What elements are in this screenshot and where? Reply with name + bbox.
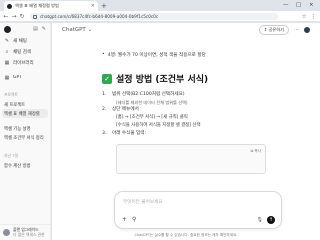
ordered-list: 1. 범위 선택(B2:C100처럼 선택하세요) (헤더를 제외한 데이터 전… xyxy=(102,91,320,174)
microphone-icon[interactable]: 🎙 xyxy=(257,217,263,223)
sidebar-item-label: 새 채팅 xyxy=(13,38,27,44)
disclaimer-text: ChatGPT는 실수를 할 수 있습니다. 중요한 정보는 재차 확인하세요. xyxy=(134,233,238,237)
tools-icon[interactable]: ⚲ xyxy=(132,216,136,223)
list-text: 범위 선택(B2:C100처럼 선택하세요) xyxy=(112,92,185,97)
chat-main: ChatGPT ⌄ ↥ 공유하기 ⋯ • 4행: 월수가 70 이상이면, 성적… xyxy=(52,23,320,240)
grid-icon: ▦ xyxy=(4,74,10,81)
sidebar-chat-item[interactable]: 새 프로젝트 xyxy=(0,100,50,109)
section-heading: ✓ 설정 방법 (조건부 서식) xyxy=(102,72,320,85)
browser-tab[interactable]: 엑셀 표 배열 재정렬 방법 × xyxy=(4,1,98,11)
chat-header: ChatGPT ⌄ ↥ 공유하기 ⋯ xyxy=(52,23,320,37)
search-icon: ⌕ xyxy=(5,48,9,55)
chatgpt-favicon-icon xyxy=(7,3,12,9)
list-subtext: (헤더를 제외한 데이터 전체 범위를 선택) xyxy=(116,100,188,105)
minimize-button[interactable]: — xyxy=(283,1,289,9)
sidebar-section-title: 프로젝트 xyxy=(4,92,18,97)
bullet-icon: • xyxy=(102,52,105,57)
upgrade-plan-button[interactable]: 플랜 업그레이드 더 많은 액세스 권한 xyxy=(0,224,51,240)
maximize-button[interactable]: □ xyxy=(296,1,301,9)
list-item: 2. 상단 메뉴에서 xyxy=(102,106,320,114)
tab-close-icon[interactable]: × xyxy=(91,3,95,9)
code-block: ⧉ 복사 xyxy=(116,144,266,174)
user-avatar[interactable] xyxy=(304,27,310,33)
toggle-sidebar-icon[interactable]: ▤ xyxy=(33,26,38,32)
address-bar-row: ← → ↻ chatgpt.com/c/6837c4fc-b6d4-8009-a… xyxy=(0,11,320,22)
heading-text: 설정 방법 (조건부 서식) xyxy=(116,75,209,85)
list-item: 1. 범위 선택(B2:C100처럼 선택하세요) xyxy=(102,91,320,99)
sidebar-chat-item-active[interactable]: 엑셀 표 배열 재정렬 xyxy=(2,109,48,118)
list-item: • 4행: 월수가 70 이상이면, 성적 색을 적용으로 할당 xyxy=(102,52,320,58)
list-number: 1. xyxy=(102,92,107,97)
prompt-input[interactable] xyxy=(123,198,273,206)
url-text: chatgpt.com/c/6837c4fc-b6d4-8009-a004-0b… xyxy=(40,14,159,19)
model-selector[interactable]: ChatGPT ⌄ xyxy=(62,27,92,33)
list-text: 상단 메뉴에서 xyxy=(112,107,139,112)
browser-tab-bar: 엑셀 표 배열 재정렬 방법 × + — □ × xyxy=(0,0,320,11)
sidebar-chat-item[interactable]: 엑셀 기능 설명 xyxy=(0,124,50,133)
pencil-icon: ✎ xyxy=(4,37,10,44)
sidebar-item-label: GPT xyxy=(13,75,22,80)
close-window-button[interactable]: × xyxy=(309,1,314,9)
browser-menu-icon[interactable]: ⋮ xyxy=(311,14,317,20)
new-chat-icon[interactable]: ✎ xyxy=(42,26,46,32)
sidebar-chat-item[interactable]: 엑셀 조건부 서식 정리 xyxy=(0,133,50,142)
add-attachment-icon[interactable]: + xyxy=(122,216,127,223)
forward-button[interactable]: → xyxy=(10,11,18,22)
library-icon: ▦ xyxy=(4,59,10,66)
chatgpt-logo-icon[interactable] xyxy=(4,25,11,33)
new-tab-button[interactable]: + xyxy=(101,2,107,10)
list-subline: [수식을 사용하여 서식을 지정할 셀 결정] 선택 xyxy=(116,123,201,128)
sidebar-chat-item[interactable]: 함수 계산 방법 xyxy=(0,161,50,170)
sidebar-item-new-chat[interactable]: ✎ 새 채팅 xyxy=(0,35,50,46)
url-field[interactable]: chatgpt.com/c/6837c4fc-b6d4-8009-a004-0b… xyxy=(30,13,278,20)
bullet-text: 4행: 월수가 70 이상이면, 성적 색을 적용으로 할당 xyxy=(107,53,206,58)
message-composer: + ⚲ 🎙 ↑ xyxy=(114,191,282,229)
upgrade-subtitle: 더 많은 액세스 권한 xyxy=(13,231,45,237)
send-button[interactable]: ↑ xyxy=(267,216,275,224)
sidebar-section-title: 지난 7일 xyxy=(4,153,19,158)
list-number: 2. xyxy=(102,107,107,112)
sidebar-item-library[interactable]: ▦ 라이브러리 xyxy=(0,57,50,68)
list-number: 3. xyxy=(102,131,107,136)
sidebar-item-label: 채팅 검색 xyxy=(13,49,31,55)
tab-title: 엑셀 표 배열 재정렬 방법 xyxy=(15,3,59,8)
copy-code-button[interactable]: ⧉ 복사 xyxy=(251,149,261,154)
site-info-icon[interactable] xyxy=(33,14,37,19)
sidebar-item-search[interactable]: ⌕ 채팅 검색 xyxy=(0,46,50,57)
sidebar: ▤ ✎ ✎ 새 채팅 ⌕ 채팅 검색 ▦ 라이브러리 ▦ GPT 프로젝트 새 … xyxy=(0,23,51,240)
more-options-icon[interactable]: ⋯ xyxy=(294,27,299,33)
reload-button[interactable]: ↻ xyxy=(18,11,26,22)
sidebar-item-label: 라이브러리 xyxy=(13,60,34,66)
avatar xyxy=(3,229,10,236)
list-text: 아래 수식을 입력: xyxy=(112,131,147,136)
share-button[interactable]: ↥ 공유하기 xyxy=(258,25,289,35)
assistant-message: • 4행: 월수가 70 이상이면, 성적 색을 적용으로 할당 ✓ 설정 방법… xyxy=(52,37,320,187)
list-item: 3. 아래 수식을 입력: xyxy=(102,130,320,138)
check-mark-icon: ✓ xyxy=(102,73,112,84)
sidebar-item-gpt[interactable]: ▦ GPT xyxy=(0,72,50,83)
list-subline: [홈] → [조건부 서식] → [새 규칙] 클릭 xyxy=(116,115,188,120)
back-button[interactable]: ← xyxy=(2,11,10,22)
bookmark-star-icon[interactable]: ☆ xyxy=(302,14,307,20)
